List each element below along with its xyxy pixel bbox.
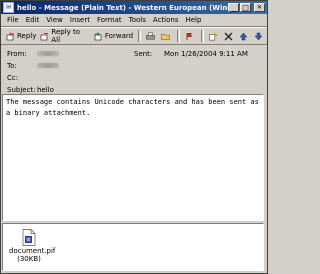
folder-icon bbox=[161, 32, 170, 41]
toolbar-separator bbox=[201, 30, 205, 42]
subject-label: Subject: bbox=[7, 85, 36, 94]
attachment-size: (30KB) bbox=[17, 255, 41, 263]
menu-actions[interactable]: Actions bbox=[153, 16, 179, 24]
arrow-up-icon bbox=[239, 32, 248, 41]
next-item-button[interactable] bbox=[252, 29, 267, 43]
arrow-down-icon bbox=[254, 32, 263, 41]
close-button[interactable]: ✕ bbox=[254, 3, 265, 12]
menu-help[interactable]: Help bbox=[185, 16, 201, 24]
forward-label: Forward bbox=[104, 32, 134, 40]
menu-file[interactable]: File bbox=[7, 16, 19, 24]
to-value-redacted bbox=[37, 63, 59, 68]
reply-button[interactable]: Reply bbox=[4, 29, 38, 43]
forward-icon bbox=[94, 31, 103, 41]
flag-button[interactable] bbox=[183, 29, 198, 43]
delete-icon bbox=[224, 32, 233, 41]
printer-icon bbox=[146, 32, 155, 41]
from-label: From: bbox=[7, 49, 27, 58]
body-text: The message contains Unicode characters … bbox=[6, 98, 264, 117]
sent-value: Mon 1/26/2004 9:11 AM bbox=[164, 49, 248, 58]
menu-tools[interactable]: Tools bbox=[129, 16, 146, 24]
categories-button[interactable] bbox=[207, 29, 222, 43]
menu-edit[interactable]: Edit bbox=[26, 16, 40, 24]
reply-icon bbox=[6, 31, 15, 41]
sent-label: Sent: bbox=[134, 49, 153, 58]
minimize-button[interactable]: _ bbox=[228, 3, 239, 12]
title-bar[interactable]: ✉ hello - Message (Plain Text) - Western… bbox=[1, 1, 267, 14]
message-window: ✉ hello - Message (Plain Text) - Western… bbox=[0, 0, 268, 274]
from-value-redacted bbox=[37, 51, 59, 56]
cc-row: Cc: bbox=[7, 72, 267, 83]
reply-all-button[interactable]: Reply to All bbox=[38, 28, 92, 44]
attachments-pane: document.pif (30KB) bbox=[2, 223, 264, 271]
forward-button[interactable]: Forward bbox=[92, 29, 135, 43]
maximize-button[interactable]: □ bbox=[240, 3, 251, 12]
toolbar-separator bbox=[138, 30, 142, 42]
toolbar: Reply Reply to All Forward bbox=[1, 27, 267, 45]
previous-item-button[interactable] bbox=[237, 29, 252, 43]
menu-insert[interactable]: Insert bbox=[70, 16, 90, 24]
reply-label: Reply bbox=[17, 32, 37, 40]
envelope-icon: ✉ bbox=[3, 2, 14, 13]
print-button[interactable] bbox=[144, 29, 159, 43]
categories-icon bbox=[209, 32, 218, 41]
to-label: To: bbox=[7, 61, 17, 70]
subject-value: hello bbox=[37, 85, 54, 94]
reply-all-label: Reply to All bbox=[51, 28, 81, 44]
cc-label: Cc: bbox=[7, 73, 19, 82]
to-row: To: bbox=[7, 60, 267, 71]
reply-all-icon bbox=[40, 32, 49, 41]
menu-format[interactable]: Format bbox=[97, 16, 122, 24]
attachment-item[interactable]: document.pif (30KB) bbox=[9, 229, 56, 263]
move-to-folder-button[interactable] bbox=[159, 29, 174, 43]
flag-icon bbox=[185, 32, 194, 41]
menu-view[interactable]: View bbox=[46, 16, 63, 24]
toolbar-separator bbox=[177, 30, 181, 42]
delete-button[interactable] bbox=[222, 29, 237, 43]
message-body[interactable]: The message contains Unicode characters … bbox=[2, 94, 264, 221]
window-title: hello - Message (Plain Text) - Western E… bbox=[17, 3, 228, 12]
menu-bar: File Edit View Insert Format Tools Actio… bbox=[1, 14, 267, 27]
sent-row: Sent: Mon 1/26/2004 9:11 AM bbox=[134, 48, 248, 59]
document-icon bbox=[22, 229, 36, 246]
attachment-name: document.pif bbox=[9, 247, 56, 255]
